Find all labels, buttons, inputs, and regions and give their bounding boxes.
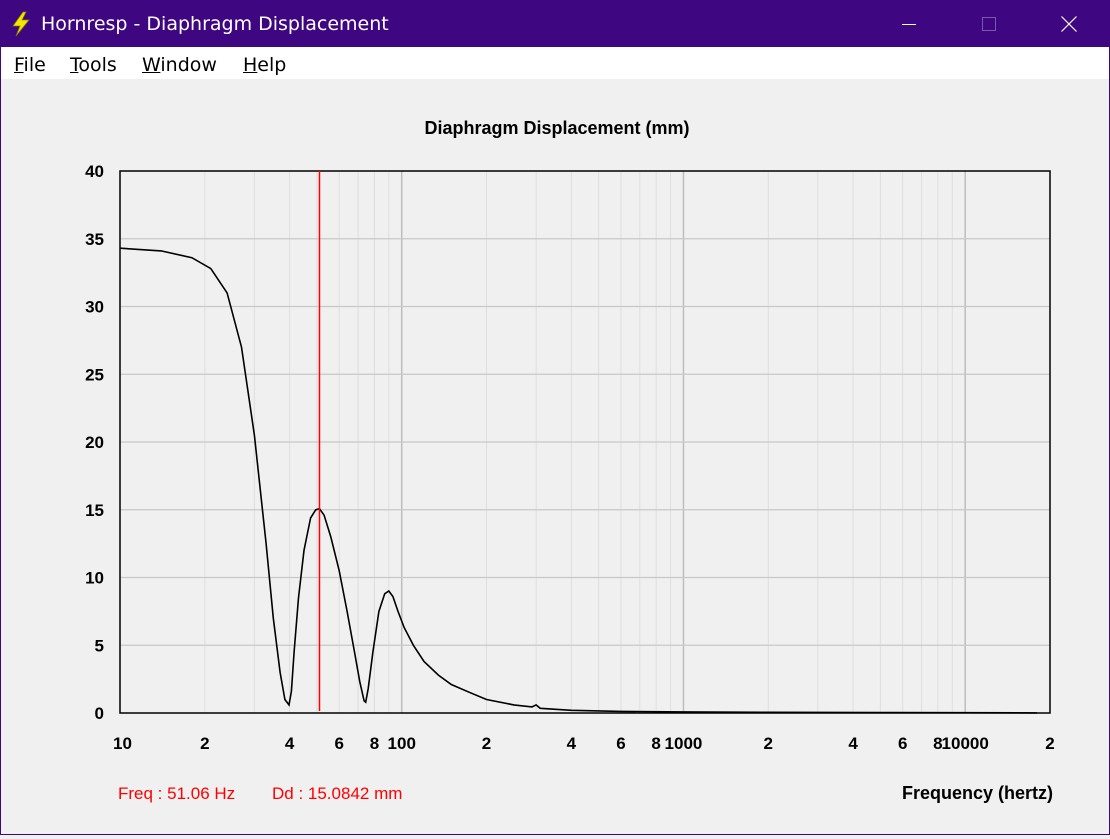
menu-tools[interactable]: Tools [70, 54, 117, 76]
x-tick-label: 6 [334, 734, 343, 753]
x-tick-label: 4 [285, 734, 295, 753]
y-tick-label: 40 [85, 162, 104, 181]
menu-help-label: elp [257, 54, 287, 76]
dd-readout: Dd : 15.0842 mm [272, 784, 402, 803]
x-tick-label: 2 [764, 734, 773, 753]
x-tick-label: 2 [1045, 734, 1054, 753]
chart-title: Diaphragm Displacement (mm) [424, 118, 689, 138]
x-tick-label: 4 [848, 734, 858, 753]
y-axis: 0 5 10 15 20 25 30 35 40 [85, 162, 104, 723]
x-tick-label: 1000 [665, 734, 703, 753]
grid-lines [120, 171, 1050, 713]
chart-area[interactable]: Diaphragm Displacement (mm) 0 5 10 15 20 25 30… [1, 79, 1109, 834]
menu-window[interactable]: Window [142, 54, 217, 76]
y-tick-label: 20 [85, 433, 104, 452]
title-bar[interactable]: Hornresp - Diaphragm Displacement [1, 1, 1109, 47]
menu-bar: File Tools Window Help [1, 47, 1109, 79]
x-tick-label: 10000 [942, 734, 989, 753]
menu-help-mnemonic: H [243, 54, 258, 76]
menu-window-mnemonic: W [142, 54, 161, 76]
menu-file[interactable]: File [14, 54, 46, 76]
y-tick-label: 0 [95, 704, 104, 723]
menu-window-label: indow [160, 54, 217, 76]
window-title: Hornresp - Diaphragm Displacement [41, 13, 389, 35]
x-tick-label: 8 [370, 734, 379, 753]
x-axis: 10 2 4 6 8 100 2 4 6 8 1000 2 4 6 810000 2 [113, 734, 1055, 753]
maximize-button[interactable] [949, 1, 1029, 47]
y-tick-label: 10 [85, 569, 104, 588]
minimize-button[interactable] [869, 1, 949, 47]
x-tick-label: 6 [898, 734, 907, 753]
series-line [119, 247, 1038, 714]
menu-tools-label: ools [78, 54, 117, 76]
x-tick-label: 6 [616, 734, 625, 753]
menu-help[interactable]: Help [243, 54, 286, 76]
minimize-icon [902, 24, 916, 25]
x-tick-label: 8 [651, 734, 660, 753]
displacement-chart[interactable]: Diaphragm Displacement (mm) 0 5 10 15 20 25 30… [1, 79, 1109, 834]
x-tick-label: 10 [113, 734, 132, 753]
x-tick-label: 2 [200, 734, 209, 753]
x-tick-label: 4 [567, 734, 577, 753]
y-tick-label: 5 [95, 636, 104, 655]
freq-readout: Freq : 51.06 Hz [118, 784, 235, 803]
app-window: Hornresp - Diaphragm Displacement File T… [0, 0, 1110, 835]
y-tick-label: 35 [85, 230, 104, 249]
maximize-icon [982, 17, 996, 31]
y-tick-label: 25 [85, 365, 104, 384]
menu-file-mnemonic: F [14, 54, 24, 76]
close-button[interactable] [1029, 1, 1109, 47]
x-tick-label: 100 [388, 734, 416, 753]
menu-file-label: ile [23, 54, 46, 76]
close-icon [1061, 16, 1077, 32]
x-axis-label: Frequency (hertz) [902, 783, 1053, 803]
x-tick-label: 2 [482, 734, 491, 753]
y-tick-label: 15 [85, 501, 104, 520]
lightning-bolt-icon [12, 11, 30, 37]
y-tick-label: 30 [85, 298, 104, 317]
